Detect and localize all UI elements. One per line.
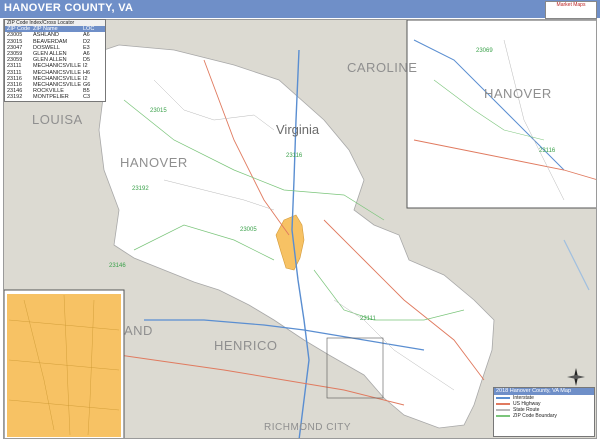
inset-map-mechanicsville bbox=[406, 20, 596, 209]
zip-label: 23192 bbox=[132, 186, 149, 192]
zip-code-table: ZIP Code Index/Cross Locator ZIP Code ZI… bbox=[4, 19, 106, 102]
zip-label: 23116 bbox=[539, 148, 556, 154]
state-label-virginia: Virginia bbox=[276, 122, 320, 137]
legend-swatch bbox=[496, 403, 510, 405]
legend-label: ZIP Code Boundary bbox=[513, 413, 557, 419]
zip-label: 23116 bbox=[286, 153, 303, 159]
publisher-logo: Market Maps bbox=[545, 1, 597, 19]
legend-swatch bbox=[496, 415, 510, 417]
city-label-richmond: RICHMOND CITY bbox=[264, 422, 352, 433]
zip-code-cell: 23192 bbox=[7, 94, 23, 101]
county-label-fragment: AND bbox=[124, 323, 153, 338]
county-label-caroline: CAROLINE bbox=[347, 60, 418, 75]
zip-label: 23005 bbox=[240, 227, 257, 233]
legend-title: 2018 Hanover County, VA Map bbox=[494, 388, 594, 395]
logo-text: Market Maps bbox=[556, 2, 586, 8]
county-label-hanover: HANOVER bbox=[120, 155, 188, 170]
legend-swatch bbox=[496, 409, 510, 411]
zip-label: 23146 bbox=[109, 263, 126, 269]
compass-rose-icon bbox=[567, 368, 585, 386]
zip-name-cell: MONTPELIER bbox=[33, 94, 69, 101]
zip-table-rows: 23005 ASHLAND A6 23015 BEAVERDAM D2 23047 DOSWE… bbox=[5, 32, 105, 100]
county-label-henrico: HENRICO bbox=[214, 338, 278, 353]
zip-label: 23111 bbox=[360, 316, 376, 322]
inset-label-hanover: HANOVER bbox=[484, 86, 552, 101]
zip-table-row: 23192 MONTPELIER C3 bbox=[5, 94, 105, 100]
map-title: HANOVER COUNTY, VA bbox=[4, 2, 134, 14]
inset-ashland-area bbox=[7, 294, 121, 437]
loc-cell: C3 bbox=[83, 94, 91, 101]
zip-label: 23015 bbox=[150, 108, 167, 114]
legend-swatch bbox=[496, 397, 510, 399]
legend-row: ZIP Code Boundary bbox=[494, 413, 594, 419]
map-page: HANOVER COUNTY, VA Market Maps CAROLINE … bbox=[0, 0, 600, 442]
title-bar: HANOVER COUNTY, VA Market Maps bbox=[0, 0, 600, 19]
county-label-louisa: LOUISA bbox=[32, 112, 83, 127]
zip-label: 23069 bbox=[476, 48, 493, 54]
map-legend: 2018 Hanover County, VA Map Interstate U… bbox=[493, 387, 595, 437]
